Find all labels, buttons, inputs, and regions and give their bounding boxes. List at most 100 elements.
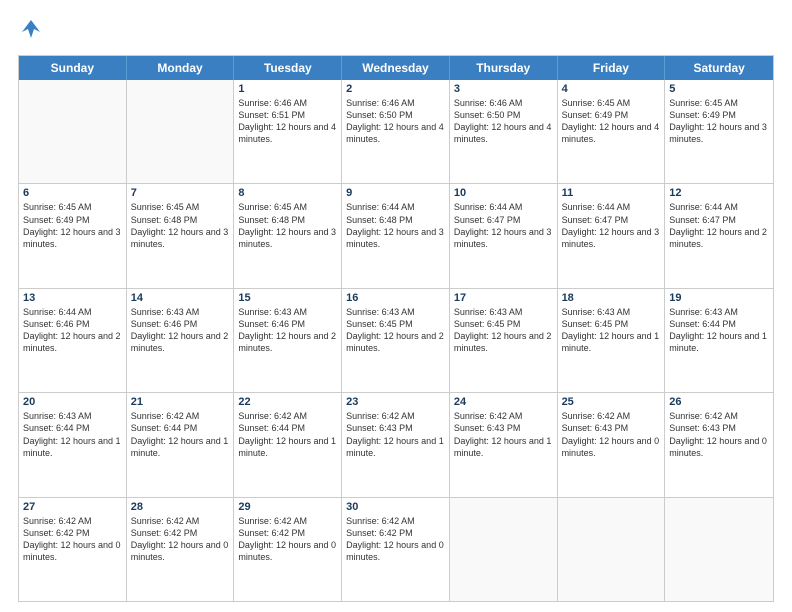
calendar-header-friday: Friday — [558, 56, 666, 80]
cell-info: Sunrise: 6:43 AMSunset: 6:44 PMDaylight:… — [669, 306, 769, 355]
cell-info: Sunrise: 6:42 AMSunset: 6:43 PMDaylight:… — [454, 410, 553, 459]
cell-info: Sunrise: 6:45 AMSunset: 6:49 PMDaylight:… — [669, 97, 769, 146]
day-number: 11 — [562, 187, 661, 199]
cell-info: Sunrise: 6:42 AMSunset: 6:44 PMDaylight:… — [131, 410, 230, 459]
calendar-cell: 16 Sunrise: 6:43 AMSunset: 6:45 PMDayligh… — [342, 289, 450, 392]
calendar-cell: 8 Sunrise: 6:45 AMSunset: 6:48 PMDaylight… — [234, 184, 342, 287]
cell-info: Sunrise: 6:44 AMSunset: 6:47 PMDaylight:… — [562, 201, 661, 250]
cell-info: Sunrise: 6:42 AMSunset: 6:43 PMDaylight:… — [346, 410, 445, 459]
cell-info: Sunrise: 6:46 AMSunset: 6:50 PMDaylight:… — [454, 97, 553, 146]
cell-info: Sunrise: 6:42 AMSunset: 6:43 PMDaylight:… — [562, 410, 661, 459]
cell-info: Sunrise: 6:42 AMSunset: 6:44 PMDaylight:… — [238, 410, 337, 459]
calendar-cell: 20Sunrise: 6:43 AMSunset: 6:44 PMDayligh… — [19, 393, 127, 496]
day-number: 4 — [562, 83, 661, 95]
calendar-cell: 7 Sunrise: 6:45 AMSunset: 6:48 PMDaylight… — [127, 184, 235, 287]
calendar-body: 1 Sunrise: 6:46 AMSunset: 6:51 PMDaylight… — [19, 80, 773, 601]
calendar: SundayMondayTuesdayWednesdayThursdayFrid… — [18, 55, 774, 602]
calendar-cell: 26 Sunrise: 6:42 AMSunset: 6:43 PMDayligh… — [665, 393, 773, 496]
calendar-cell: 30Sunrise: 6:42 AMSunset: 6:42 PMDayligh… — [342, 498, 450, 601]
calendar-cell: 17Sunrise: 6:43 AMSunset: 6:45 PMDayligh… — [450, 289, 558, 392]
calendar-header-thursday: Thursday — [450, 56, 558, 80]
calendar-cell: 11 Sunrise: 6:44 AMSunset: 6:47 PMDayligh… — [558, 184, 666, 287]
cell-info: Sunrise: 6:43 AMSunset: 6:45 PMDaylight:… — [346, 306, 445, 355]
cell-info: Sunrise: 6:46 AMSunset: 6:51 PMDaylight:… — [238, 97, 337, 146]
calendar-cell: 1 Sunrise: 6:46 AMSunset: 6:51 PMDaylight… — [234, 80, 342, 183]
cell-info: Sunrise: 6:42 AMSunset: 6:42 PMDaylight:… — [346, 515, 445, 564]
day-number: 13 — [23, 292, 122, 304]
cell-info: Sunrise: 6:44 AMSunset: 6:46 PMDaylight:… — [23, 306, 122, 355]
calendar-cell: 28 Sunrise: 6:42 AMSunset: 6:42 PMDayligh… — [127, 498, 235, 601]
cell-info: Sunrise: 6:42 AMSunset: 6:42 PMDaylight:… — [238, 515, 337, 564]
calendar-header: SundayMondayTuesdayWednesdayThursdayFrid… — [19, 56, 773, 80]
cell-info: Sunrise: 6:43 AMSunset: 6:46 PMDaylight:… — [131, 306, 230, 355]
calendar-header-sunday: Sunday — [19, 56, 127, 80]
cell-info: Sunrise: 6:43 AMSunset: 6:44 PMDaylight:… — [23, 410, 122, 459]
day-number: 14 — [131, 292, 230, 304]
cell-info: Sunrise: 6:42 AMSunset: 6:42 PMDaylight:… — [131, 515, 230, 564]
day-number: 25 — [562, 396, 661, 408]
calendar-cell: 3 Sunrise: 6:46 AMSunset: 6:50 PMDaylight… — [450, 80, 558, 183]
calendar-header-monday: Monday — [127, 56, 235, 80]
calendar-row-5: 27 Sunrise: 6:42 AMSunset: 6:42 PMDayligh… — [19, 497, 773, 601]
header — [18, 18, 774, 45]
calendar-header-saturday: Saturday — [665, 56, 773, 80]
day-number: 19 — [669, 292, 769, 304]
cell-info: Sunrise: 6:44 AMSunset: 6:47 PMDaylight:… — [669, 201, 769, 250]
calendar-cell: 2 Sunrise: 6:46 AMSunset: 6:50 PMDaylight… — [342, 80, 450, 183]
calendar-row-3: 13 Sunrise: 6:44 AMSunset: 6:46 PMDayligh… — [19, 288, 773, 392]
cell-info: Sunrise: 6:42 AMSunset: 6:43 PMDaylight:… — [669, 410, 769, 459]
calendar-cell: 14 Sunrise: 6:43 AMSunset: 6:46 PMDayligh… — [127, 289, 235, 392]
day-number: 8 — [238, 187, 337, 199]
cell-info: Sunrise: 6:45 AMSunset: 6:48 PMDaylight:… — [238, 201, 337, 250]
calendar-cell: 21 Sunrise: 6:42 AMSunset: 6:44 PMDayligh… — [127, 393, 235, 496]
cell-info: Sunrise: 6:46 AMSunset: 6:50 PMDaylight:… — [346, 97, 445, 146]
calendar-cell — [665, 498, 773, 601]
calendar-cell: 27Sunrise: 6:42 AMSunset: 6:42 PMDayligh… — [19, 498, 127, 601]
day-number: 10 — [454, 187, 553, 199]
day-number: 18 — [562, 292, 661, 304]
calendar-row-1: 1 Sunrise: 6:46 AMSunset: 6:51 PMDaylight… — [19, 80, 773, 183]
cell-info: Sunrise: 6:43 AMSunset: 6:46 PMDaylight:… — [238, 306, 337, 355]
day-number: 15 — [238, 292, 337, 304]
calendar-cell: 6 Sunrise: 6:45 AMSunset: 6:49 PMDaylight… — [19, 184, 127, 287]
calendar-cell — [450, 498, 558, 601]
day-number: 23 — [346, 396, 445, 408]
calendar-cell: 29Sunrise: 6:42 AMSunset: 6:42 PMDayligh… — [234, 498, 342, 601]
day-number: 16 — [346, 292, 445, 304]
cell-info: Sunrise: 6:43 AMSunset: 6:45 PMDaylight:… — [562, 306, 661, 355]
day-number: 27 — [23, 501, 122, 513]
cell-info: Sunrise: 6:44 AMSunset: 6:47 PMDaylight:… — [454, 201, 553, 250]
day-number: 1 — [238, 83, 337, 95]
calendar-cell: 4Sunrise: 6:45 AMSunset: 6:49 PMDaylight… — [558, 80, 666, 183]
calendar-cell: 10 Sunrise: 6:44 AMSunset: 6:47 PMDayligh… — [450, 184, 558, 287]
day-number: 6 — [23, 187, 122, 199]
day-number: 24 — [454, 396, 553, 408]
day-number: 7 — [131, 187, 230, 199]
calendar-cell: 5Sunrise: 6:45 AMSunset: 6:49 PMDaylight… — [665, 80, 773, 183]
cell-info: Sunrise: 6:45 AMSunset: 6:48 PMDaylight:… — [131, 201, 230, 250]
calendar-cell: 15 Sunrise: 6:43 AMSunset: 6:46 PMDayligh… — [234, 289, 342, 392]
day-number: 28 — [131, 501, 230, 513]
day-number: 26 — [669, 396, 769, 408]
calendar-cell: 18 Sunrise: 6:43 AMSunset: 6:45 PMDayligh… — [558, 289, 666, 392]
calendar-row-2: 6 Sunrise: 6:45 AMSunset: 6:49 PMDaylight… — [19, 183, 773, 287]
calendar-cell: 19 Sunrise: 6:43 AMSunset: 6:44 PMDayligh… — [665, 289, 773, 392]
logo-bird-icon — [20, 18, 42, 40]
day-number: 2 — [346, 83, 445, 95]
cell-info: Sunrise: 6:45 AMSunset: 6:49 PMDaylight:… — [23, 201, 122, 250]
calendar-cell: 22 Sunrise: 6:42 AMSunset: 6:44 PMDayligh… — [234, 393, 342, 496]
page: SundayMondayTuesdayWednesdayThursdayFrid… — [0, 0, 792, 612]
day-number: 9 — [346, 187, 445, 199]
cell-info: Sunrise: 6:44 AMSunset: 6:48 PMDaylight:… — [346, 201, 445, 250]
calendar-header-wednesday: Wednesday — [342, 56, 450, 80]
calendar-cell: 25 Sunrise: 6:42 AMSunset: 6:43 PMDayligh… — [558, 393, 666, 496]
day-number: 12 — [669, 187, 769, 199]
calendar-cell: 13 Sunrise: 6:44 AMSunset: 6:46 PMDayligh… — [19, 289, 127, 392]
calendar-cell: 9 Sunrise: 6:44 AMSunset: 6:48 PMDaylight… — [342, 184, 450, 287]
calendar-row-4: 20Sunrise: 6:43 AMSunset: 6:44 PMDayligh… — [19, 392, 773, 496]
calendar-cell: 23 Sunrise: 6:42 AMSunset: 6:43 PMDayligh… — [342, 393, 450, 496]
day-number: 21 — [131, 396, 230, 408]
day-number: 22 — [238, 396, 337, 408]
calendar-cell: 12 Sunrise: 6:44 AMSunset: 6:47 PMDayligh… — [665, 184, 773, 287]
day-number: 3 — [454, 83, 553, 95]
